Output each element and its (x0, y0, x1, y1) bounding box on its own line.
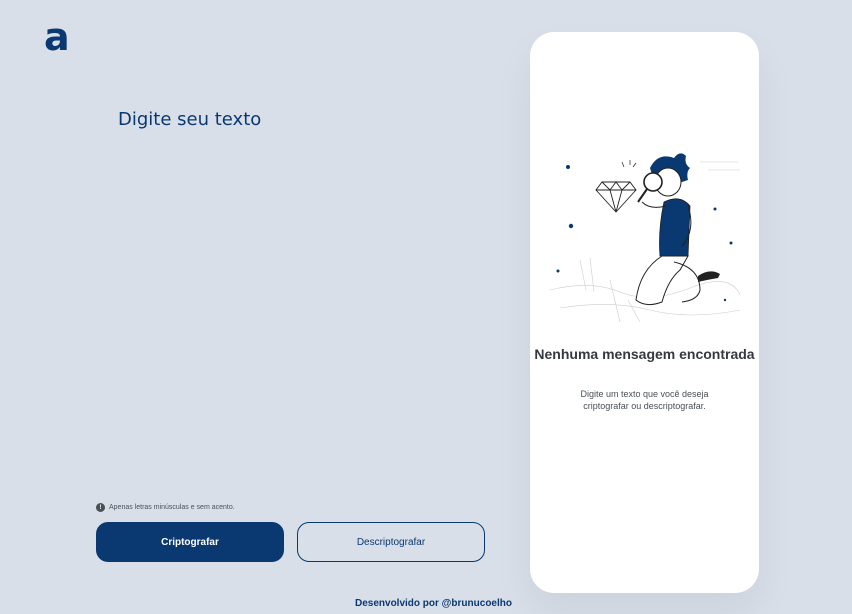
info-icon: ! (96, 503, 105, 512)
decrypt-button[interactable]: Descriptografar (297, 522, 485, 562)
footer-text: Desenvolvido por @brunucoelho (355, 598, 512, 609)
hint-text: Apenas letras minúsculas e sem acento. (109, 504, 235, 511)
logo: a (44, 15, 70, 59)
encrypt-button[interactable]: Criptografar (96, 522, 284, 562)
empty-state-title: Nenhuma mensagem encontrada (534, 346, 755, 362)
empty-state-subtitle: Digite um texto que você deseja criptogr… (580, 389, 709, 411)
input-hint: ! Apenas letras minúsculas e sem acento. (96, 503, 235, 512)
output-panel: Nenhuma mensagem encontrada Digite um te… (530, 32, 759, 593)
text-input[interactable] (116, 104, 500, 468)
empty-state-illustration (550, 153, 740, 323)
